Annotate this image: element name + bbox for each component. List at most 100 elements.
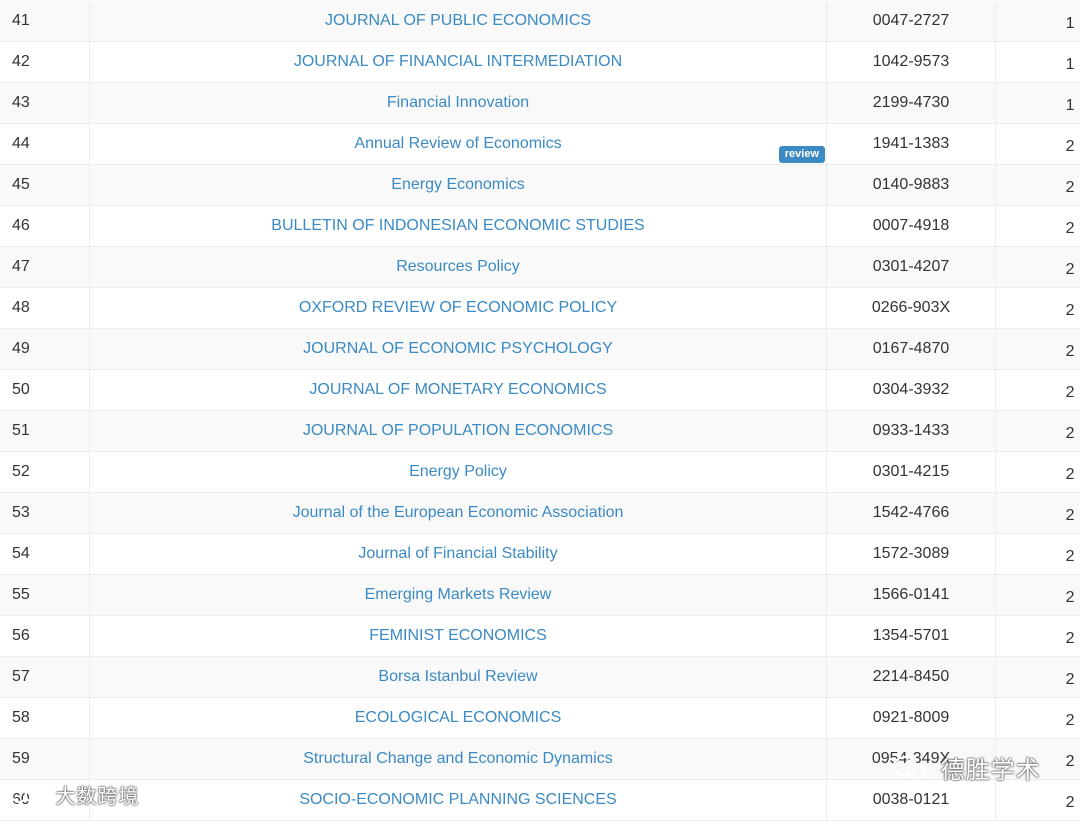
journal-link[interactable]: Energy Policy	[409, 463, 507, 480]
zone-cell: 2 区	[996, 370, 1080, 411]
zone-cell: 2 区	[996, 206, 1080, 247]
journal-link[interactable]: Borsa Istanbul Review	[378, 668, 537, 685]
issn-cell: 2199-4730	[827, 83, 996, 124]
journal-link[interactable]: JOURNAL OF PUBLIC ECONOMICS	[325, 12, 591, 29]
journal-name-cell: Borsa Istanbul Review	[90, 657, 827, 698]
table-body: 41 JOURNAL OF PUBLIC ECONOMICS 0047-27271 …	[0, 1, 1080, 821]
zone-cell: 2 区	[996, 493, 1080, 534]
issn-cell: 0933-1433	[827, 411, 996, 452]
rank-cell: 53	[0, 493, 90, 534]
journal-name-cell: JOURNAL OF FINANCIAL INTERMEDIATION	[90, 42, 827, 83]
journal-name-cell: JOURNAL OF MONETARY ECONOMICS	[90, 370, 827, 411]
rank-cell: 59	[0, 739, 90, 780]
table-row: 46 BULLETIN OF INDONESIAN ECONOMIC STUDIE…	[0, 206, 1080, 247]
journal-link[interactable]: FEMINIST ECONOMICS	[369, 627, 547, 644]
journal-name-cell: Journal of the European Economic Associa…	[90, 493, 827, 534]
watermark-right: 德胜学术	[892, 750, 1041, 787]
journal-link[interactable]: Financial Innovation	[387, 94, 529, 111]
issn-cell: 0921-8009	[827, 698, 996, 739]
journal-link[interactable]: OXFORD REVIEW OF ECONOMIC POLICY	[299, 299, 617, 316]
table-row: 45 Energy Economics 0140-98832 区	[0, 165, 1080, 206]
rank-cell: 44	[0, 124, 90, 165]
journal-link[interactable]: Journal of Financial Stability	[358, 545, 557, 562]
zone-cell: 2 区	[996, 575, 1080, 616]
issn-cell: 2214-8450	[827, 657, 996, 698]
table-row: 44 Annual Review of Economics review1941-1…	[0, 124, 1080, 165]
journal-name-cell: Journal of Financial Stability	[90, 534, 827, 575]
issn-cell: 0007-4918	[827, 206, 996, 247]
journal-link[interactable]: BULLETIN OF INDONESIAN ECONOMIC STUDIES	[271, 217, 644, 234]
issn-cell: 0047-2727	[827, 1, 996, 42]
journal-link[interactable]: Annual Review of Economics	[354, 135, 561, 152]
rank-cell: 46	[0, 206, 90, 247]
wechat-logo-icon	[892, 755, 928, 787]
issn-cell: 1354-5701	[827, 616, 996, 657]
journal-link[interactable]: Resources Policy	[396, 258, 520, 275]
issn-cell: 0301-4207	[827, 247, 996, 288]
issn-cell: 1572-3089	[827, 534, 996, 575]
journal-name-cell: Financial Innovation	[90, 83, 827, 124]
issn-cell: 1542-4766	[827, 493, 996, 534]
table-row: 49 JOURNAL OF ECONOMIC PSYCHOLOGY 0167-487…	[0, 329, 1080, 370]
table-row: 54 Journal of Financial Stability 1572-308…	[0, 534, 1080, 575]
journal-name-cell: SOCIO-ECONOMIC PLANNING SCIENCES	[90, 780, 827, 821]
rank-cell: 42	[0, 42, 90, 83]
issn-cell: 0266-903X	[827, 288, 996, 329]
watermark-left-text: 大数跨境	[55, 784, 139, 808]
table-row: 51JOURNAL OF POPULATION ECONOMICS0933-14…	[0, 411, 1080, 452]
rank-cell: 52	[0, 452, 90, 493]
rank-cell: 45	[0, 165, 90, 206]
journal-name-cell: FEMINIST ECONOMICS	[90, 616, 827, 657]
journal-link[interactable]: JOURNAL OF POPULATION ECONOMICS	[303, 422, 613, 439]
watermark-left: 大数跨境	[10, 780, 139, 811]
zone-cell: 2 区	[996, 124, 1080, 165]
zone-cell: 2 区	[996, 657, 1080, 698]
rank-cell: 56	[0, 616, 90, 657]
table-row: 41 JOURNAL OF PUBLIC ECONOMICS 0047-27271 …	[0, 1, 1080, 42]
journal-name-cell: OXFORD REVIEW OF ECONOMIC POLICY	[90, 288, 827, 329]
table-row: 47 Resources Policy 0301-42072 区	[0, 247, 1080, 288]
table-row: 56FEMINIST ECONOMICS1354-57012 区	[0, 616, 1080, 657]
journal-link[interactable]: Emerging Markets Review	[365, 586, 552, 603]
review-badge: review	[779, 146, 825, 163]
issn-cell: 0301-4215	[827, 452, 996, 493]
journal-name-cell: BULLETIN OF INDONESIAN ECONOMIC STUDIES	[90, 206, 827, 247]
issn-cell: 0167-4870	[827, 329, 996, 370]
journal-name-cell: Energy Policy	[90, 452, 827, 493]
zone-cell: 2 区	[996, 411, 1080, 452]
rank-cell: 50	[0, 370, 90, 411]
rank-cell: 47	[0, 247, 90, 288]
journal-name-cell: Annual Review of Economics review	[90, 124, 827, 165]
zone-cell: 2 区	[996, 165, 1080, 206]
issn-cell: 1941-1383	[827, 124, 996, 165]
journal-link[interactable]: SOCIO-ECONOMIC PLANNING SCIENCES	[299, 791, 616, 808]
journal-link[interactable]: JOURNAL OF ECONOMIC PSYCHOLOGY	[303, 340, 613, 357]
zone-cell: 2 区	[996, 288, 1080, 329]
rank-cell: 57	[0, 657, 90, 698]
table-row: 55Emerging Markets Review1566-01412 区	[0, 575, 1080, 616]
journal-name-cell: Emerging Markets Review	[90, 575, 827, 616]
rank-cell: 55	[0, 575, 90, 616]
zone-cell: 1 区	[996, 1, 1080, 42]
issn-cell: 0140-9883	[827, 165, 996, 206]
issn-cell: 0304-3932	[827, 370, 996, 411]
journal-link[interactable]: Energy Economics	[391, 176, 524, 193]
journal-name-cell: Structural Change and Economic Dynamics	[90, 739, 827, 780]
rank-cell: 41	[0, 1, 90, 42]
journal-link[interactable]: ECOLOGICAL ECONOMICS	[355, 709, 562, 726]
table-row: 43Financial Innovation2199-47301 区	[0, 83, 1080, 124]
zone-cell: 1 区	[996, 42, 1080, 83]
table-row: 50 JOURNAL OF MONETARY ECONOMICS 0304-3932…	[0, 370, 1080, 411]
journal-name-cell: ECOLOGICAL ECONOMICS	[90, 698, 827, 739]
rank-cell: 54	[0, 534, 90, 575]
journal-link[interactable]: JOURNAL OF MONETARY ECONOMICS	[309, 381, 606, 398]
zone-cell: 2 区	[996, 247, 1080, 288]
journal-link[interactable]: Structural Change and Economic Dynamics	[303, 750, 612, 767]
rank-cell: 58	[0, 698, 90, 739]
table-row: 42JOURNAL OF FINANCIAL INTERMEDIATION104…	[0, 42, 1080, 83]
zone-cell: 2 区	[996, 452, 1080, 493]
journal-link[interactable]: JOURNAL OF FINANCIAL INTERMEDIATION	[294, 53, 622, 70]
rank-cell: 49	[0, 329, 90, 370]
journal-link[interactable]: Journal of the European Economic Associa…	[293, 504, 624, 521]
rank-cell: 43	[0, 83, 90, 124]
